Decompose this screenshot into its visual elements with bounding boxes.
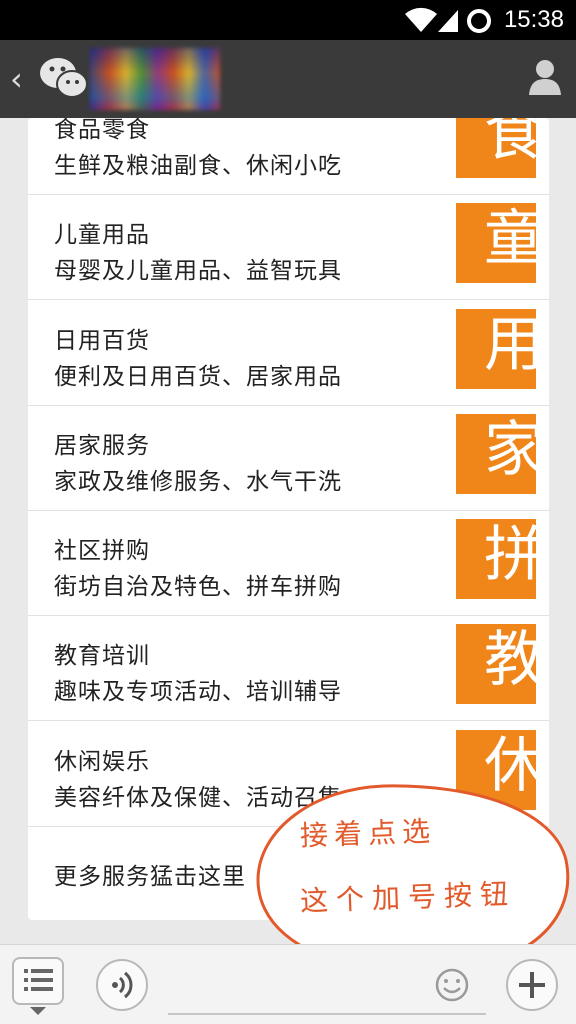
menu-row-education[interactable]: 教育培训 趣味及专项活动、培训辅导 教 [28, 616, 549, 721]
voice-icon [112, 971, 133, 999]
wechat-icon [40, 58, 88, 98]
menu-row-group-buy[interactable]: 社区拼购 街坊自治及特色、拼车拼购 拼 [28, 511, 549, 616]
voice-button[interactable] [96, 959, 148, 1011]
tile-char: 教 [484, 625, 536, 695]
tile-char: 用 [484, 310, 536, 380]
menu-row-title: 居家服务 [54, 433, 150, 459]
tile-char: 拼 [484, 520, 536, 590]
plus-icon [519, 972, 545, 998]
menu-row-subtitle: 街坊自治及特色、拼车拼购 [54, 574, 342, 600]
category-tile: 童 [456, 203, 536, 283]
message-input[interactable] [168, 1013, 486, 1015]
menu-caret-icon [30, 1007, 46, 1015]
menu-row-subtitle: 生鲜及粮油副食、休闲小吃 [54, 153, 342, 179]
bottom-input-bar [0, 944, 576, 1024]
tile-char: 食 [484, 118, 536, 169]
category-tile: 用 [456, 309, 536, 389]
menu-row-title: 休闲娱乐 [54, 749, 150, 775]
person-icon[interactable] [528, 58, 562, 96]
category-tile: 教 [456, 624, 536, 704]
category-tile: 食 [456, 118, 536, 178]
menu-row-title: 日用百货 [54, 328, 150, 354]
menu-row-subtitle: 便利及日用百货、居家用品 [54, 364, 342, 390]
signal-icon [438, 10, 458, 32]
menu-row-title: 儿童用品 [54, 222, 150, 248]
menu-row-subtitle: 趣味及专项活动、培训辅导 [54, 679, 342, 705]
back-button[interactable]: ‹ [10, 60, 23, 98]
tile-char: 童 [484, 204, 536, 274]
menu-row-daily-goods[interactable]: 日用百货 便利及日用百货、居家用品 用 [28, 301, 549, 406]
status-bar: 15:38 [0, 0, 576, 40]
status-time: 15:38 [503, 6, 564, 33]
menu-row-home-service[interactable]: 居家服务 家政及维修服务、水气干洗 家 [28, 406, 549, 511]
menu-row-title: 社区拼购 [54, 538, 150, 564]
menu-toggle-button[interactable] [12, 957, 64, 1005]
menu-row-children[interactable]: 儿童用品 母婴及儿童用品、益智玩具 童 [28, 195, 549, 300]
more-services-label: 更多服务猛击这里 [54, 864, 246, 890]
menu-row-subtitle: 家政及维修服务、水气干洗 [54, 469, 342, 495]
list-menu-icon [24, 969, 53, 991]
plus-button[interactable] [506, 959, 558, 1011]
category-tile: 家 [456, 414, 536, 494]
menu-row-title: 教育培训 [54, 643, 150, 669]
tile-char: 家 [484, 415, 536, 485]
menu-row-subtitle: 母婴及儿童用品、益智玩具 [54, 258, 342, 284]
chat-header: ‹ [0, 40, 576, 118]
emoji-icon[interactable] [434, 967, 470, 1003]
battery-ring-icon [467, 9, 491, 33]
category-tile: 拼 [456, 519, 536, 599]
callout-line-1: 接着点选 [299, 814, 437, 853]
callout-line-2: 这个加号按钮 [299, 877, 517, 918]
menu-row-title: 食品零食 [54, 118, 150, 143]
blurred-account-name [90, 48, 220, 110]
wifi-icon [405, 7, 437, 32]
menu-row-food[interactable]: 食品零食 生鲜及粮油副食、休闲小吃 食 [28, 118, 549, 195]
